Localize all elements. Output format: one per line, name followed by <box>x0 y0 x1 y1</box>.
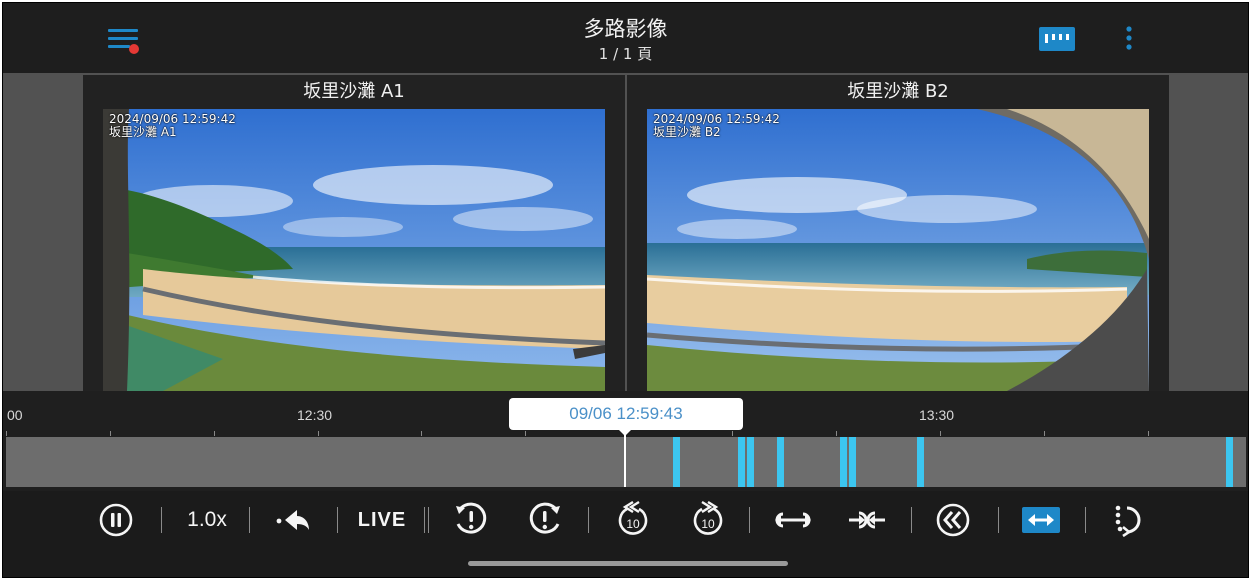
forward-label: 10 <box>701 517 715 531</box>
rewind-10-icon: 10 <box>618 500 648 535</box>
sync-icon <box>1022 507 1060 533</box>
expand-timeline-button[interactable] <box>771 503 815 537</box>
tick <box>1148 431 1149 436</box>
tick <box>836 431 837 436</box>
more-vertical-icon <box>1126 26 1132 50</box>
tick <box>110 431 111 436</box>
event-marker[interactable] <box>840 437 847 487</box>
tick <box>214 431 215 436</box>
camera-image <box>647 109 1149 391</box>
next-event-button[interactable] <box>527 502 563 537</box>
tick <box>940 431 941 436</box>
separator <box>428 507 429 533</box>
camera-osd: 2024/09/06 12:59:42 坂里沙灘 A1 <box>109 113 236 139</box>
sync-button[interactable] <box>1021 503 1061 537</box>
shrink-timeline-icon <box>849 511 885 529</box>
rewind-label: 10 <box>626 517 640 531</box>
speed-button[interactable]: 1.0x <box>175 503 239 537</box>
tick <box>6 431 7 436</box>
tick-label: 00 <box>7 407 23 423</box>
separator <box>998 507 999 533</box>
return-icon <box>276 510 309 530</box>
forward-10-icon: 10 <box>693 500 723 535</box>
event-marker[interactable] <box>777 437 784 487</box>
tick-label: 12:30 <box>297 407 333 423</box>
live-button[interactable]: LIVE <box>353 503 411 537</box>
previous-event-icon <box>456 502 487 534</box>
time-bubble-pointer <box>618 429 632 436</box>
live-label: LIVE <box>357 508 407 531</box>
camera-title: 坂里沙灘 A1 <box>83 75 625 109</box>
tick <box>318 431 319 436</box>
timeline[interactable]: 00 12:30 13:30 09/06 12:59:43 <box>3 391 1248 491</box>
osd-camera-name: 坂里沙灘 A1 <box>109 125 177 139</box>
home-indicator <box>468 561 788 566</box>
separator <box>911 507 912 533</box>
pause-button[interactable] <box>99 503 133 537</box>
shrink-timeline-button[interactable] <box>845 503 889 537</box>
tick <box>1044 431 1045 436</box>
app-window: 多路影像 1 / 1 頁 坂里沙灘 A1 2024/09/06 12:59:42… <box>2 2 1249 578</box>
rewind-10-button[interactable]: 10 <box>613 499 653 539</box>
timeline-track[interactable] <box>6 437 1246 487</box>
playback-controls: 1.0x LIVE 10 10 <box>3 491 1248 577</box>
expand-timeline-icon <box>775 512 811 528</box>
rewind-icon <box>936 503 970 537</box>
tick <box>525 431 526 436</box>
layout-button[interactable] <box>1039 27 1075 51</box>
event-marker[interactable] <box>849 437 856 487</box>
event-marker[interactable] <box>738 437 745 487</box>
camera-image <box>103 109 605 391</box>
camera-tile-a1[interactable]: 坂里沙灘 A1 2024/09/06 12:59:42 坂里沙灘 A1 <box>83 75 625 391</box>
camera-osd: 2024/09/06 12:59:42 坂里沙灘 B2 <box>653 113 780 139</box>
event-marker[interactable] <box>747 437 754 487</box>
separator <box>1085 507 1086 533</box>
separator <box>337 507 338 533</box>
event-marker[interactable] <box>917 437 924 487</box>
osd-camera-name: 坂里沙灘 B2 <box>653 125 721 139</box>
event-marker[interactable] <box>673 437 680 487</box>
current-time-bubble: 09/06 12:59:43 <box>509 398 743 430</box>
back-to-start-button[interactable] <box>271 503 315 537</box>
separator <box>588 507 589 533</box>
separator <box>749 507 750 533</box>
camera-video[interactable]: 2024/09/06 12:59:42 坂里沙灘 A1 <box>103 109 605 391</box>
event-marker[interactable] <box>1226 437 1233 487</box>
video-grid: 坂里沙灘 A1 2024/09/06 12:59:42 坂里沙灘 A1 坂里沙灘… <box>3 73 1248 391</box>
tick <box>421 431 422 436</box>
speed-label: 1.0x <box>187 508 227 531</box>
tick <box>732 431 733 436</box>
rotate-button[interactable] <box>1111 503 1145 537</box>
more-button[interactable] <box>1119 23 1139 55</box>
camera-tile-b2[interactable]: 坂里沙灘 B2 2024/09/06 12:59:42 坂里沙灘 B2 <box>627 75 1169 391</box>
separator <box>249 507 250 533</box>
rotate-icon <box>1115 505 1141 537</box>
camera-title: 坂里沙灘 B2 <box>627 75 1169 109</box>
camera-video[interactable]: 2024/09/06 12:59:42 坂里沙灘 B2 <box>647 109 1149 391</box>
pause-icon <box>99 503 133 537</box>
separator <box>424 507 425 533</box>
separator <box>161 507 162 533</box>
previous-event-button[interactable] <box>453 502 489 537</box>
layout-icon <box>1039 27 1075 51</box>
forward-10-button[interactable]: 10 <box>688 499 728 539</box>
tick-label: 13:30 <box>919 407 955 423</box>
next-event-icon <box>529 502 560 534</box>
rewind-button[interactable] <box>935 503 971 537</box>
top-bar: 多路影像 1 / 1 頁 <box>3 3 1248 73</box>
